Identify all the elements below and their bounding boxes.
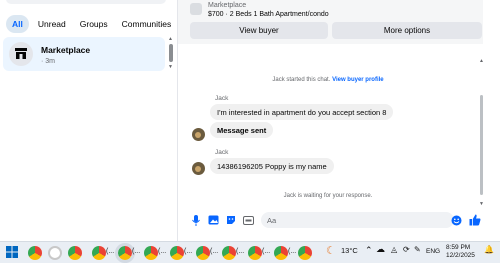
- language-indicator[interactable]: ENG: [426, 248, 440, 255]
- location-icon[interactable]: ◬: [391, 245, 397, 254]
- filter-all[interactable]: All: [6, 15, 29, 33]
- emoji-icon[interactable]: [450, 214, 462, 226]
- chrome-window-ellipsis[interactable]: (...: [288, 248, 296, 255]
- system-clock[interactable]: 8:59 PM 12/2/2025: [446, 244, 475, 260]
- chat-start-text: Jack started this chat.: [272, 77, 331, 83]
- listing-source: Marketplace: [208, 2, 247, 9]
- windows-taskbar: (... (... (... (... (... (... (... (... …: [0, 241, 500, 263]
- weather-icon[interactable]: ☾: [326, 244, 336, 257]
- sticker-icon[interactable]: [225, 214, 237, 226]
- more-options-button[interactable]: More options: [332, 22, 482, 39]
- chrome-icon[interactable]: [298, 246, 312, 260]
- chrome-icon[interactable]: [196, 246, 210, 260]
- message-composer: Aa: [178, 209, 500, 233]
- conversation-list-scrollbar[interactable]: [169, 44, 173, 62]
- buyer-avatar[interactable]: [192, 128, 205, 141]
- chat-scrollbar[interactable]: [480, 95, 483, 195]
- chrome-window-ellipsis[interactable]: (...: [210, 248, 218, 255]
- conversation-list-panel: All Unread Groups Communities Marketplac…: [0, 0, 177, 241]
- message-input-placeholder: Aa: [267, 215, 277, 225]
- chrome-icon[interactable]: [274, 246, 288, 260]
- gif-icon[interactable]: [242, 214, 254, 226]
- search-input[interactable]: [6, 0, 166, 4]
- chrome-window-ellipsis[interactable]: (...: [132, 248, 140, 255]
- filter-chips: All Unread Groups Communities: [6, 15, 176, 33]
- filter-communities[interactable]: Communities: [117, 15, 177, 33]
- chrome-icon[interactable]: [144, 246, 158, 260]
- chrome-window-ellipsis[interactable]: (...: [184, 248, 192, 255]
- chrome-icon[interactable]: [248, 246, 262, 260]
- chrome-icon[interactable]: [222, 246, 236, 260]
- conversation-time: · 3m: [41, 58, 55, 65]
- waiting-notice: Jack is waiting for your response.: [283, 193, 373, 199]
- chrome-window-ellipsis[interactable]: (...: [106, 248, 114, 255]
- clock-time: 8:59 PM: [446, 244, 471, 251]
- sender-name: Jack: [215, 95, 229, 102]
- conversation-item-marketplace[interactable]: Marketplace · 3m: [3, 37, 165, 71]
- notification-bell-icon[interactable]: 🔔: [484, 245, 494, 254]
- listing-title[interactable]: $700 · 2 Beds 1 Bath Apartment/condo: [208, 11, 329, 18]
- chrome-window-ellipsis[interactable]: (...: [158, 248, 166, 255]
- sender-name: Jack: [215, 149, 229, 156]
- thumbs-up-icon[interactable]: [469, 214, 481, 226]
- scroll-up-arrow-icon[interactable]: ▲: [168, 36, 173, 42]
- app-icon[interactable]: [48, 246, 62, 260]
- chrome-icon[interactable]: [170, 246, 184, 260]
- chrome-icon-active[interactable]: [115, 243, 135, 263]
- chrome-icon[interactable]: [28, 246, 42, 260]
- view-buyer-button[interactable]: View buyer: [190, 22, 328, 39]
- scroll-down-arrow-icon[interactable]: ▼: [168, 64, 173, 70]
- chevron-up-icon[interactable]: ⌃: [365, 245, 373, 256]
- message-bubble[interactable]: I'm interested in apartment do you accep…: [210, 104, 394, 120]
- photo-icon[interactable]: [207, 214, 219, 226]
- conversation-name: Marketplace: [41, 45, 91, 55]
- microphone-icon[interactable]: [190, 214, 202, 226]
- chat-panel: Marketplace $700 · 2 Beds 1 Bath Apartme…: [177, 0, 500, 241]
- listing-thumbnail[interactable]: [190, 3, 202, 15]
- chrome-window-ellipsis[interactable]: (...: [236, 248, 244, 255]
- chat-start-notice: Jack started this chat. View buyer profi…: [178, 77, 478, 83]
- weather-temp[interactable]: 13°C: [341, 246, 358, 255]
- onedrive-icon[interactable]: ☁: [376, 244, 385, 255]
- filter-unread[interactable]: Unread: [33, 15, 71, 33]
- chat-scroll-up-arrow-icon[interactable]: ▲: [479, 58, 484, 64]
- clock-date: 12/2/2025: [446, 252, 475, 259]
- buyer-avatar[interactable]: [192, 162, 205, 175]
- view-buyer-profile-link[interactable]: View buyer profile: [332, 77, 384, 83]
- paint-icon[interactable]: ✎: [414, 245, 421, 254]
- chrome-icon[interactable]: [68, 246, 82, 260]
- chrome-window-ellipsis[interactable]: (...: [262, 248, 270, 255]
- filter-groups[interactable]: Groups: [75, 15, 113, 33]
- message-bubble[interactable]: 14386196205 Poppy is my name: [210, 158, 334, 174]
- message-input[interactable]: Aa: [261, 212, 454, 228]
- chat-scroll-down-arrow-icon[interactable]: ▼: [479, 201, 484, 207]
- marketplace-store-icon: [9, 42, 33, 66]
- windows-start-icon[interactable]: [6, 246, 20, 260]
- listing-header: Marketplace $700 · 2 Beds 1 Bath Apartme…: [178, 0, 483, 44]
- sync-icon[interactable]: ⟳: [403, 245, 410, 254]
- auto-reply-bubble[interactable]: Message sent: [210, 122, 274, 138]
- chrome-icon[interactable]: [92, 246, 106, 260]
